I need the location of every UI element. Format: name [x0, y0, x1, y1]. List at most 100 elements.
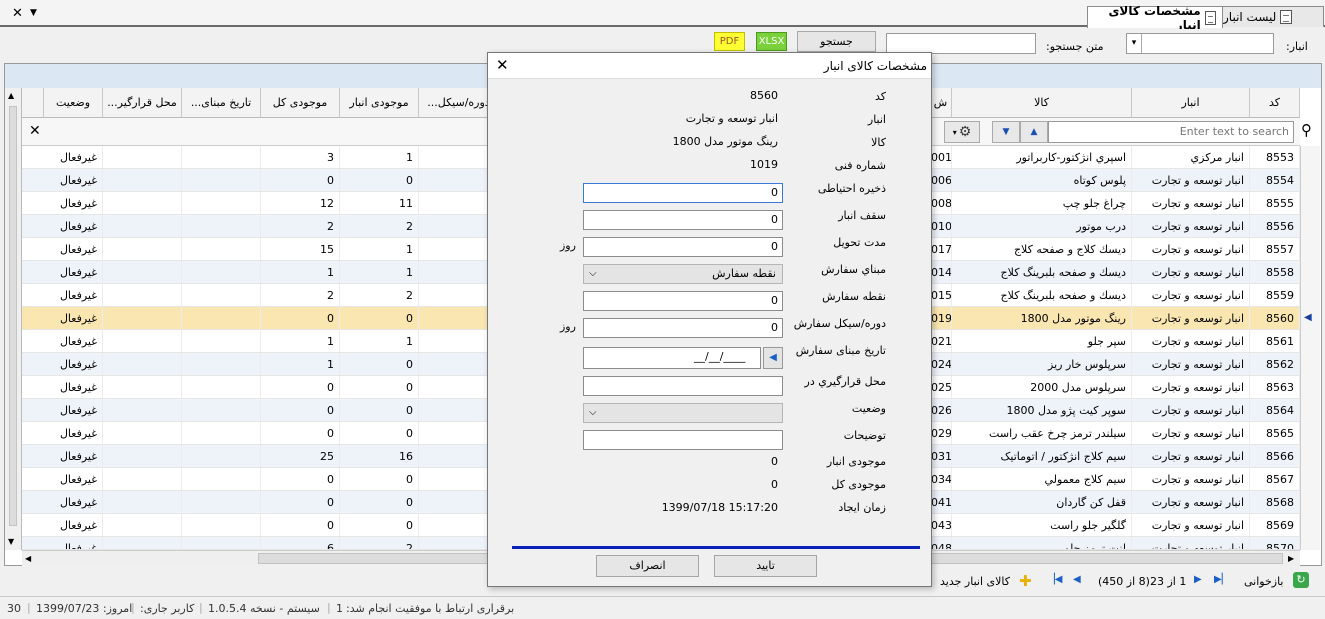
- scroll-right-icon[interactable]: ▶: [1288, 554, 1294, 563]
- tab-label: مشخصات کالای انبار: [1108, 3, 1201, 32]
- chevron-down-icon[interactable]: ▾: [1127, 34, 1142, 53]
- table-cell: 0: [340, 399, 419, 421]
- chevron-down-icon[interactable]: ▼: [30, 8, 37, 18]
- divider: |: [199, 601, 203, 614]
- first-page-icon[interactable]: ▕◀: [1047, 574, 1062, 585]
- table-cell: سرپلوس مدل 2000: [952, 376, 1132, 398]
- table-cell: 0: [261, 422, 340, 444]
- tarikh-input[interactable]: __/__/____: [583, 347, 761, 369]
- next-page-icon[interactable]: ▶: [1194, 574, 1202, 585]
- current-user: کاربر جاری:: [140, 602, 195, 615]
- table-cell: 008: [930, 192, 952, 214]
- last-page-icon[interactable]: ▶▏: [1214, 574, 1229, 585]
- anbar-select[interactable]: ▾: [1126, 33, 1274, 54]
- table-cell: [182, 537, 261, 549]
- table-cell: [103, 399, 182, 421]
- ok-button[interactable]: تایید: [714, 555, 817, 577]
- dialog-titlebar: ✕ مشخصات کالای انبار: [488, 53, 931, 79]
- prev-page-icon[interactable]: ◀: [1073, 574, 1081, 585]
- table-cell: درب موتور: [952, 215, 1132, 237]
- cancel-button[interactable]: انصراف: [596, 555, 699, 577]
- table-cell: 0: [340, 491, 419, 513]
- tab-anbar-list[interactable]: لیست انبار: [1222, 6, 1324, 27]
- table-cell: [103, 330, 182, 352]
- value-mojoodi-anbar: 0: [771, 455, 778, 468]
- new-item-button[interactable]: كالای انبار جديد: [940, 575, 1010, 588]
- calendar-dropdown-icon[interactable]: ◀: [763, 347, 783, 369]
- add-icon[interactable]: ✚: [1019, 572, 1032, 590]
- tab-item-details[interactable]: مشخصات کالای انبار: [1087, 4, 1223, 32]
- refresh-icon[interactable]: ↻: [1293, 572, 1309, 588]
- column-header-mojoodi-kol[interactable]: موجودی کل: [261, 88, 340, 118]
- table-cell: [103, 514, 182, 536]
- column-header-tarikh[interactable]: تاریخ مبنای...: [182, 88, 261, 118]
- search-button[interactable]: جستجو: [797, 31, 876, 52]
- table-cell: [182, 514, 261, 536]
- doreh-input[interactable]: 0: [583, 318, 783, 338]
- table-cell: 006: [930, 169, 952, 191]
- table-cell: [103, 192, 182, 214]
- dialog-title: مشخصات کالای انبار: [823, 59, 927, 73]
- table-cell: 2: [261, 215, 340, 237]
- table-cell: 0: [261, 169, 340, 191]
- vertical-scrollbar[interactable]: ▲ ▼: [5, 88, 22, 550]
- grid-settings-button[interactable]: ▾ ⚙: [944, 121, 980, 143]
- column-header-vaziat[interactable]: وضعیت: [44, 88, 103, 118]
- search-text-input[interactable]: [886, 33, 1036, 54]
- table-cell: [182, 353, 261, 375]
- column-header-kala[interactable]: کالا: [952, 88, 1132, 118]
- table-cell: 8569: [1250, 514, 1300, 536]
- column-header-mojoodi-anbar[interactable]: موجودی انبار: [340, 88, 419, 118]
- column-header-anbar[interactable]: انبار: [1132, 88, 1250, 118]
- unit-day: روز: [560, 239, 576, 252]
- column-header-code[interactable]: کد: [1250, 88, 1300, 118]
- modat-input[interactable]: 0: [583, 237, 783, 257]
- scroll-left-icon[interactable]: ◀: [25, 554, 31, 563]
- vaziat-select[interactable]: ⌵: [583, 403, 783, 423]
- reload-label[interactable]: بازخوانی: [1244, 575, 1284, 588]
- table-cell: [103, 353, 182, 375]
- column-header-mahal[interactable]: محل قرارگیر...: [103, 88, 182, 118]
- column-header-sh[interactable]: ش: [930, 88, 952, 118]
- xlsx-export-button[interactable]: XLSX: [756, 32, 787, 51]
- table-cell: 0: [261, 468, 340, 490]
- clear-filter-close-icon[interactable]: ✕: [29, 123, 41, 139]
- grid-search-input[interactable]: Enter text to search: [1048, 121, 1294, 143]
- table-cell: 024: [930, 353, 952, 375]
- sort-up-icon[interactable]: ▲: [1020, 121, 1048, 143]
- table-cell: غیرفعال: [44, 422, 103, 444]
- table-cell: 8567: [1250, 468, 1300, 490]
- table-cell: 026: [930, 399, 952, 421]
- label-mabna: مبناي سفارش: [821, 263, 886, 276]
- noghte-input[interactable]: 0: [583, 291, 783, 311]
- pdf-export-button[interactable]: PDF: [714, 32, 745, 51]
- close-icon[interactable]: ✕: [12, 6, 23, 21]
- table-cell: [103, 215, 182, 237]
- table-cell: 25: [261, 445, 340, 467]
- system-version: سیستم - نسخه 1.0.5.4: [208, 602, 320, 615]
- label-tarikh: تاریخ مبنای سفارش: [795, 344, 886, 357]
- scroll-down-icon[interactable]: ▼: [8, 537, 14, 546]
- mahal-input[interactable]: [583, 376, 783, 396]
- table-cell: 15: [261, 238, 340, 260]
- table-cell: ديسك كلاج و صفحه كلاج: [952, 238, 1132, 260]
- close-icon[interactable]: ✕: [496, 56, 509, 74]
- sort-down-icon[interactable]: ▼: [992, 121, 1020, 143]
- search-icon[interactable]: ⚲: [1301, 121, 1312, 139]
- label-vaziat: وضعیت: [851, 402, 886, 415]
- table-cell: [182, 445, 261, 467]
- saghf-input[interactable]: 0: [583, 210, 783, 230]
- scroll-up-icon[interactable]: ▲: [8, 91, 14, 100]
- table-cell: انبار توسعه و تجارت: [1132, 261, 1250, 283]
- mabna-selected: نقطه سفارش: [712, 267, 776, 280]
- today-date: امروز: 1399/07/23: [36, 602, 133, 615]
- mabna-select[interactable]: نقطه سفارش ⌵: [583, 264, 783, 284]
- table-cell: [103, 307, 182, 329]
- table-cell: [182, 238, 261, 260]
- table-cell: سيلندر ترمز چرخ عقب راست: [952, 422, 1132, 444]
- table-cell: [182, 330, 261, 352]
- zakhire-input[interactable]: 0: [583, 183, 783, 203]
- table-cell: انبار توسعه و تجارت: [1132, 353, 1250, 375]
- scroll-thumb[interactable]: [9, 106, 17, 526]
- tozihat-input[interactable]: [583, 430, 783, 450]
